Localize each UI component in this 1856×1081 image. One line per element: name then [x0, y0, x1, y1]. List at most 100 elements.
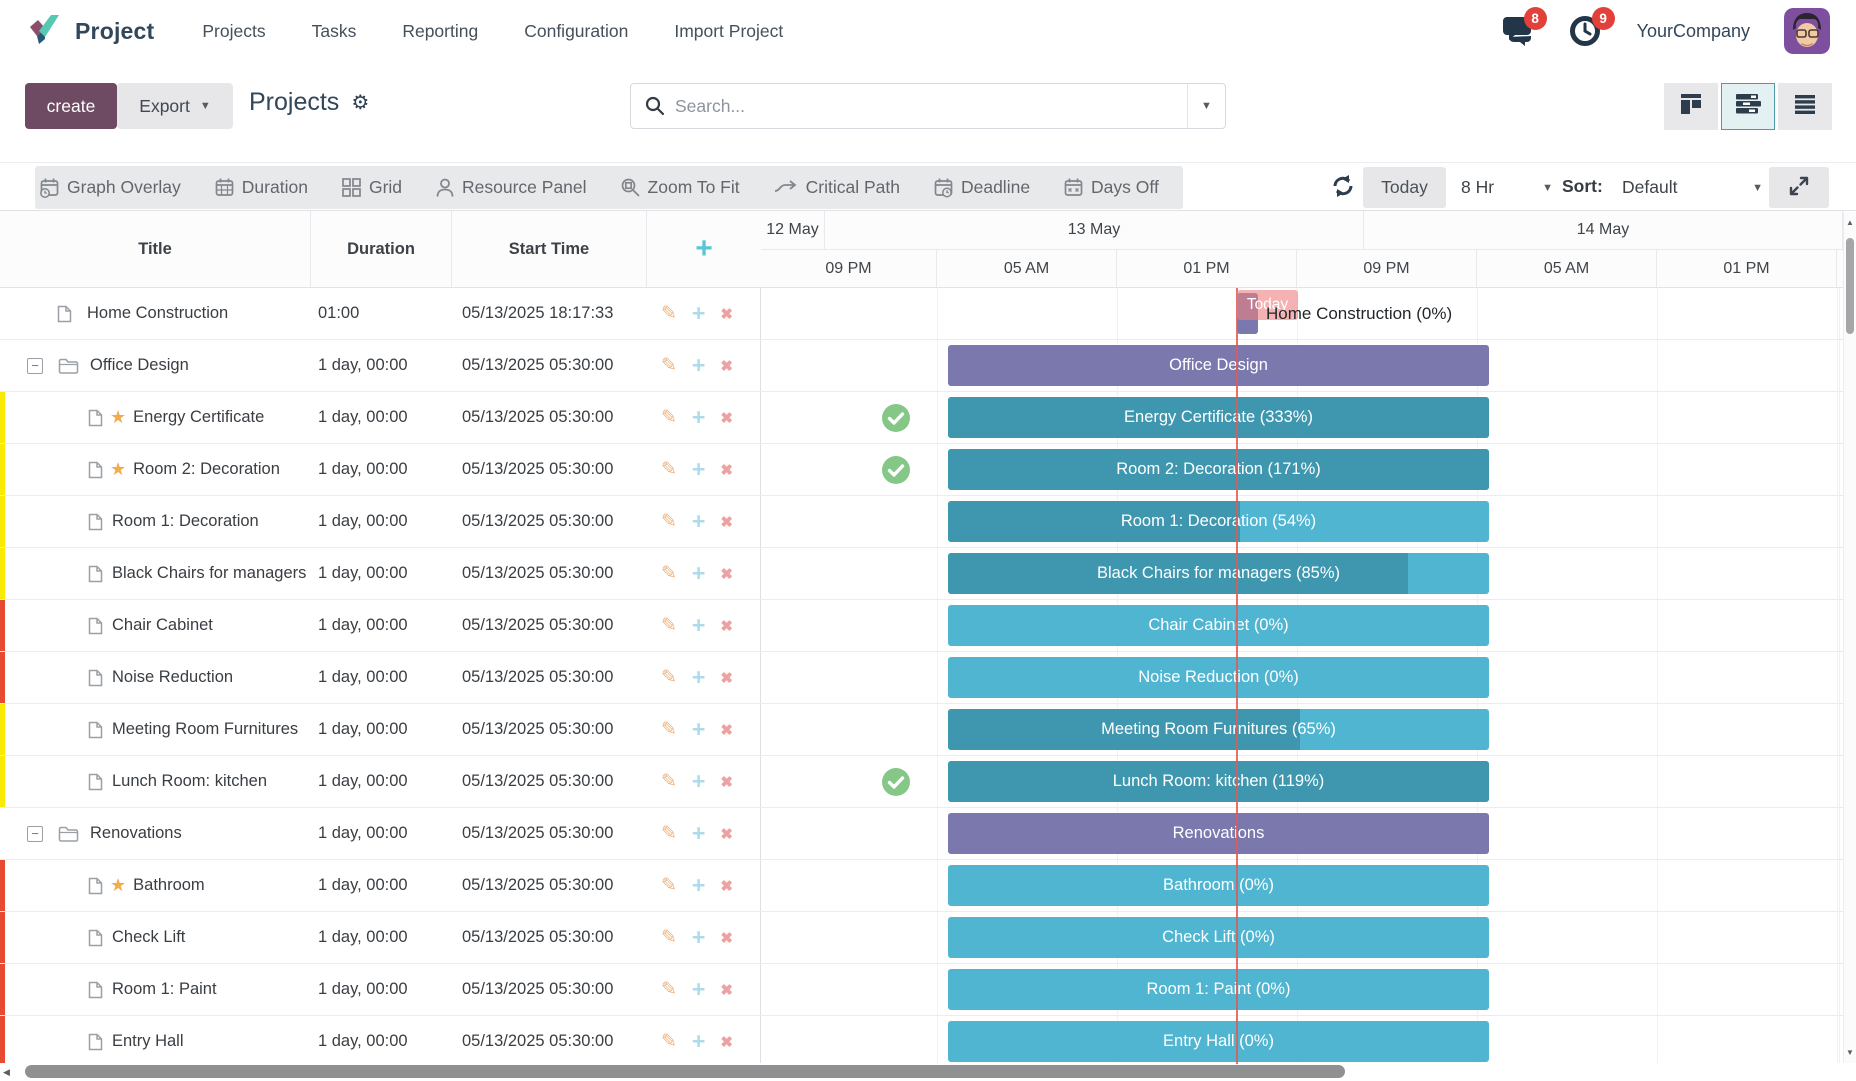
edit-pencil-icon[interactable]: ✎: [661, 1030, 677, 1053]
task-row-check-lift[interactable]: Check Lift1 day, 00:0005/13/2025 05:30:0…: [0, 912, 761, 964]
add-subtask-icon[interactable]: +: [692, 510, 705, 533]
edit-pencil-icon[interactable]: ✎: [661, 770, 677, 793]
kanban-view-button[interactable]: [1664, 83, 1718, 130]
task-row-room-2-decoration[interactable]: ★Room 2: Decoration1 day, 00:0005/13/202…: [0, 444, 761, 496]
add-subtask-icon[interactable]: +: [692, 978, 705, 1001]
edit-pencil-icon[interactable]: ✎: [661, 510, 677, 533]
add-subtask-icon[interactable]: +: [692, 562, 705, 585]
gantt-bar-chair-cabinet[interactable]: Chair Cabinet (0%): [948, 605, 1489, 646]
graph-overlay-button[interactable]: Graph Overlay: [39, 177, 181, 199]
messages-button[interactable]: 8: [1501, 15, 1535, 47]
list-view-button[interactable]: [1778, 83, 1832, 130]
edit-pencil-icon[interactable]: ✎: [661, 562, 677, 585]
add-subtask-icon[interactable]: +: [692, 666, 705, 689]
edit-pencil-icon[interactable]: ✎: [661, 926, 677, 949]
task-row-meeting-room-furnitures[interactable]: Meeting Room Furnitures1 day, 00:0005/13…: [0, 704, 761, 756]
delete-x-icon[interactable]: ✖: [720, 825, 733, 843]
duration-button[interactable]: Duration: [214, 177, 308, 199]
gantt-bar-energy-certificate[interactable]: Energy Certificate (333%): [948, 397, 1489, 438]
scroll-down-icon[interactable]: ▼: [1846, 1048, 1854, 1057]
delete-x-icon[interactable]: ✖: [720, 305, 733, 323]
task-row-home-construction[interactable]: Home Construction01:0005/13/2025 18:17:3…: [0, 288, 761, 340]
edit-pencil-icon[interactable]: ✎: [661, 354, 677, 377]
scroll-up-icon[interactable]: ▲: [1846, 218, 1854, 227]
edit-pencil-icon[interactable]: ✎: [661, 718, 677, 741]
delete-x-icon[interactable]: ✖: [720, 513, 733, 531]
star-icon[interactable]: ★: [110, 407, 126, 428]
gantt-bar-meeting-room-furnitures[interactable]: Meeting Room Furnitures (65%): [948, 709, 1489, 750]
gantt-bar-lunch-room-kitchen[interactable]: Lunch Room: kitchen (119%): [948, 761, 1489, 802]
gantt-view-button[interactable]: [1721, 83, 1775, 130]
edit-pencil-icon[interactable]: ✎: [661, 406, 677, 429]
delete-x-icon[interactable]: ✖: [720, 565, 733, 583]
edit-pencil-icon[interactable]: ✎: [661, 302, 677, 325]
gantt-bar-entry-hall[interactable]: Entry Hall (0%): [948, 1021, 1489, 1062]
star-icon[interactable]: ★: [110, 875, 126, 896]
task-row-entry-hall[interactable]: Entry Hall1 day, 00:0005/13/2025 05:30:0…: [0, 1016, 761, 1064]
gantt-bar-noise-reduction[interactable]: Noise Reduction (0%): [948, 657, 1489, 698]
task-row-black-chairs-for-managers[interactable]: Black Chairs for managers1 day, 00:0005/…: [0, 548, 761, 600]
gantt-bar-room-2-decoration[interactable]: Room 2: Decoration (171%): [948, 449, 1489, 490]
delete-x-icon[interactable]: ✖: [720, 721, 733, 739]
company-name[interactable]: YourCompany: [1637, 21, 1750, 42]
add-subtask-icon[interactable]: +: [692, 614, 705, 637]
task-row-renovations[interactable]: −Renovations1 day, 00:0005/13/2025 05:30…: [0, 808, 761, 860]
gantt-bar-renovations[interactable]: Renovations: [948, 813, 1489, 854]
add-subtask-icon[interactable]: +: [692, 458, 705, 481]
collapse-toggle[interactable]: −: [27, 826, 43, 842]
task-row-energy-certificate[interactable]: ★Energy Certificate1 day, 00:0005/13/202…: [0, 392, 761, 444]
activities-button[interactable]: 9: [1569, 15, 1603, 47]
grid-button[interactable]: Grid: [341, 177, 402, 198]
nav-item-projects[interactable]: Projects: [202, 21, 265, 42]
refresh-icon[interactable]: [1330, 173, 1356, 204]
delete-x-icon[interactable]: ✖: [720, 981, 733, 999]
vertical-scrollbar-thumb[interactable]: [1846, 238, 1854, 334]
add-subtask-icon[interactable]: +: [692, 926, 705, 949]
delete-x-icon[interactable]: ✖: [720, 461, 733, 479]
task-row-room-1-paint[interactable]: Room 1: Paint1 day, 00:0005/13/2025 05:3…: [0, 964, 761, 1016]
search-input[interactable]: [675, 96, 1187, 117]
delete-x-icon[interactable]: ✖: [720, 669, 733, 687]
edit-pencil-icon[interactable]: ✎: [661, 822, 677, 845]
app-brand[interactable]: Project: [26, 11, 154, 52]
delete-x-icon[interactable]: ✖: [720, 617, 733, 635]
add-subtask-icon[interactable]: +: [692, 406, 705, 429]
edit-pencil-icon[interactable]: ✎: [661, 614, 677, 637]
edit-pencil-icon[interactable]: ✎: [661, 978, 677, 1001]
gantt-bar-check-lift[interactable]: Check Lift (0%): [948, 917, 1489, 958]
zoom-to-fit-button[interactable]: Zoom To Fit: [620, 177, 740, 198]
gantt-bar-room-1-paint[interactable]: Room 1: Paint (0%): [948, 969, 1489, 1010]
deadline-button[interactable]: Deadline: [933, 177, 1030, 199]
critical-path-button[interactable]: Critical Path: [773, 177, 900, 198]
task-row-chair-cabinet[interactable]: Chair Cabinet1 day, 00:0005/13/2025 05:3…: [0, 600, 761, 652]
gantt-bar-black-chairs-for-managers[interactable]: Black Chairs for managers (85%): [948, 553, 1489, 594]
task-row-bathroom[interactable]: ★Bathroom1 day, 00:0005/13/2025 05:30:00…: [0, 860, 761, 912]
today-button[interactable]: Today: [1363, 167, 1446, 208]
gantt-bar-office-design[interactable]: Office Design: [948, 345, 1489, 386]
task-row-room-1-decoration[interactable]: Room 1: Decoration1 day, 00:0005/13/2025…: [0, 496, 761, 548]
resource-panel-button[interactable]: Resource Panel: [435, 177, 587, 198]
add-subtask-icon[interactable]: +: [692, 718, 705, 741]
star-icon[interactable]: ★: [110, 459, 126, 480]
gantt-bar-room-1-decoration[interactable]: Room 1: Decoration (54%): [948, 501, 1489, 542]
add-task-icon[interactable]: +: [695, 234, 713, 264]
add-subtask-icon[interactable]: +: [692, 822, 705, 845]
add-subtask-icon[interactable]: +: [692, 770, 705, 793]
delete-x-icon[interactable]: ✖: [720, 1033, 733, 1051]
scale-select[interactable]: 8 Hr ▼: [1461, 167, 1553, 208]
edit-pencil-icon[interactable]: ✎: [661, 458, 677, 481]
fullscreen-button[interactable]: [1769, 167, 1829, 208]
gantt-bar-bathroom[interactable]: Bathroom (0%): [948, 865, 1489, 906]
create-button[interactable]: create: [25, 83, 117, 129]
user-avatar[interactable]: [1784, 8, 1830, 54]
search-filter-caret[interactable]: ▼: [1187, 84, 1225, 128]
add-subtask-icon[interactable]: +: [692, 354, 705, 377]
add-subtask-icon[interactable]: +: [692, 1030, 705, 1053]
edit-pencil-icon[interactable]: ✎: [661, 666, 677, 689]
horizontal-scrollbar-thumb[interactable]: [25, 1065, 1345, 1078]
delete-x-icon[interactable]: ✖: [720, 877, 733, 895]
delete-x-icon[interactable]: ✖: [720, 929, 733, 947]
days-off-button[interactable]: Days Off: [1063, 177, 1159, 199]
scroll-left-icon[interactable]: ◀: [3, 1067, 10, 1078]
edit-pencil-icon[interactable]: ✎: [661, 874, 677, 897]
